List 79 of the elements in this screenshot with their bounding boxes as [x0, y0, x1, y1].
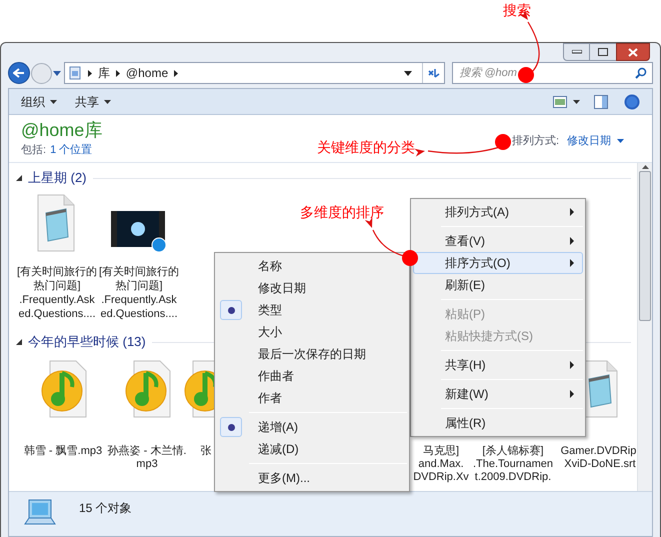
menu-item[interactable]: 递增(A) — [217, 416, 407, 438]
scrollbar-thumb[interactable] — [639, 171, 651, 321]
file-name[interactable]: Gamer.DVDRip. XviD-DoNE.srt — [560, 445, 637, 471]
menu-item: 粘贴(P) — [444, 306, 486, 323]
close-icon — [628, 48, 638, 56]
submenu-arrow-icon — [570, 208, 574, 216]
arrange-by-label: 排列方式: — [512, 134, 559, 149]
close-button[interactable] — [616, 43, 650, 61]
scroll-up-arrow-icon[interactable] — [642, 165, 648, 169]
chevron-icon[interactable] — [174, 70, 178, 77]
file-name[interactable]: [杀人锦标赛] .The.Tournamen t.2009.DVDRip. — [472, 445, 554, 484]
back-button[interactable] — [8, 62, 30, 84]
back-arrow-icon — [12, 68, 25, 78]
submenu-arrow-icon — [570, 361, 574, 369]
caret-icon — [50, 100, 57, 104]
menu-item[interactable]: 更多(M)... — [217, 467, 407, 489]
dropdown-caret-icon[interactable] — [404, 70, 412, 76]
preview-pane-icon[interactable] — [594, 94, 608, 108]
chevron-icon[interactable] — [116, 70, 120, 77]
file-name[interactable]: 张 — [200, 445, 212, 458]
annotation-text: 多维度的排序 — [300, 203, 384, 222]
view-options-button[interactable] — [553, 96, 580, 108]
file-name[interactable]: [有关时间旅行的 热门问题] .Frequently.Ask ed.Questions.... — [16, 265, 98, 321]
item-count: 15 个对象 — [79, 500, 132, 517]
menu-item[interactable]: 类型 — [217, 299, 407, 321]
menu-item[interactable]: 作者 — [217, 387, 407, 409]
file-name[interactable]: 韩雪 - 飘雪.mp3 — [24, 445, 102, 458]
search-field[interactable]: 搜索 @hom — [452, 62, 653, 84]
submenu-arrow-icon — [570, 259, 574, 267]
menu-item[interactable]: 排序方式(O) — [413, 252, 583, 274]
menu-item[interactable]: 共享(H) — [413, 354, 583, 376]
search-icon — [634, 67, 647, 80]
chevron-icon[interactable] — [88, 70, 92, 77]
toolbar-button[interactable]: 共享 — [75, 92, 111, 110]
file-name[interactable]: [有关时间旅行的 热门问题] .Frequently.Ask ed.Questions.... — [98, 265, 180, 321]
annotation-text: 关键维度的分类 — [317, 138, 415, 157]
group-header[interactable]: 上星期 (2) — [28, 168, 86, 188]
menu-item[interactable]: 新建(W) — [413, 383, 583, 405]
collapse-icon[interactable] — [16, 339, 22, 345]
menu-item[interactable]: 名称 — [217, 255, 407, 277]
breadcrumb[interactable]: @home — [126, 64, 168, 82]
maximize-button[interactable] — [590, 43, 616, 61]
refresh-icon — [426, 67, 441, 80]
caret-icon — [573, 100, 580, 104]
menu-item[interactable]: 最后一次保存的日期 — [217, 343, 407, 365]
scrollbar[interactable] — [637, 163, 652, 491]
annotation-arrow — [364, 217, 404, 257]
caret-icon — [104, 100, 111, 104]
menu-item[interactable]: 排列方式(A) — [413, 201, 583, 223]
annotation-dot — [495, 134, 511, 150]
group-header[interactable]: 今年的早些时候 (13) — [28, 332, 146, 352]
annotation-dot — [402, 250, 418, 266]
file-name[interactable]: 马克思] and.Max. DVDRip.Xv — [413, 445, 469, 484]
submenu-arrow-icon — [570, 390, 574, 398]
menu-item[interactable]: 大小 — [217, 321, 407, 343]
menu-item[interactable]: 修改日期 — [217, 277, 407, 299]
includes-label: 包括: — [21, 143, 46, 158]
menu-item[interactable]: 刷新(E) — [413, 274, 583, 296]
arrange-by-dropdown[interactable]: 修改日期 — [567, 133, 624, 150]
address-bar[interactable]: 库 @home — [64, 62, 446, 84]
breadcrumb[interactable]: 库 — [98, 64, 110, 82]
maximize-icon — [598, 48, 608, 56]
caret-icon — [617, 139, 624, 144]
collapse-icon[interactable] — [16, 175, 22, 181]
annotation-dot — [518, 67, 534, 83]
submenu-arrow-icon — [570, 237, 574, 245]
toolbar-button[interactable]: 组织 — [21, 92, 57, 110]
menu-item: 粘贴快捷方式(S) — [444, 328, 534, 345]
minimize-button[interactable] — [563, 43, 590, 61]
locations-link[interactable]: 1 个位置 — [50, 142, 92, 158]
menu-item[interactable]: 递减(D) — [217, 438, 407, 460]
menu-item[interactable]: 查看(V) — [413, 230, 583, 252]
menu-item[interactable]: 作曲者 — [217, 365, 407, 387]
menu-item[interactable]: 属性(R) — [413, 412, 583, 434]
view-icon — [553, 96, 567, 108]
history-dropdown-icon[interactable] — [52, 70, 61, 76]
file-name[interactable]: 孙燕姿 - 木兰情. mp3 — [108, 445, 186, 471]
library-title: @home库 — [21, 119, 102, 141]
minimize-icon — [572, 50, 582, 54]
